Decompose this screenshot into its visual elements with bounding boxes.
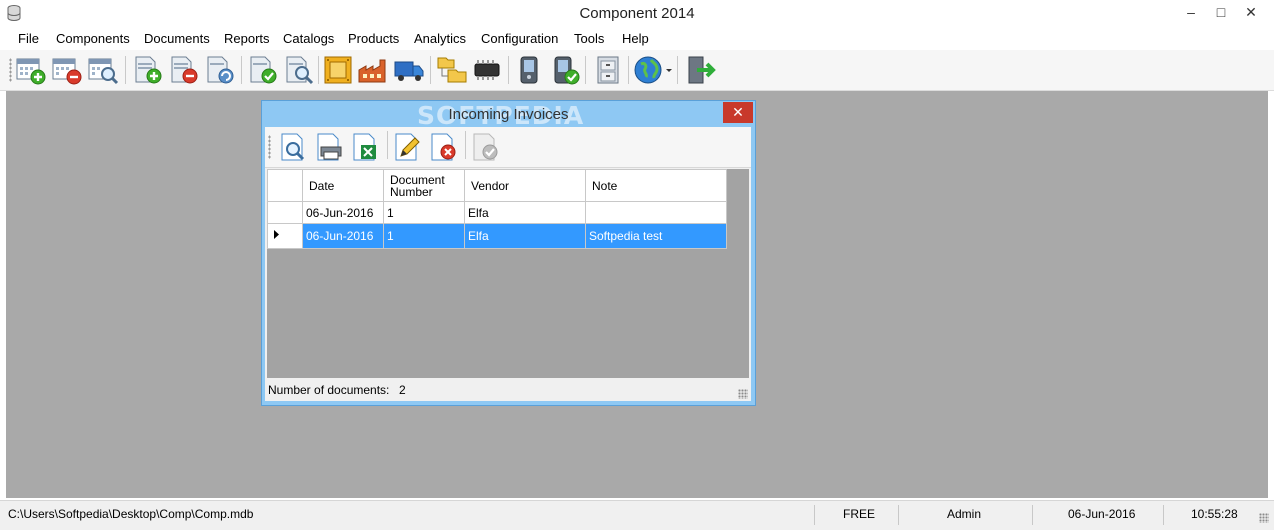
column-header-document-number[interactable]: Document Number xyxy=(383,169,465,202)
toolbar-separator xyxy=(318,56,319,84)
factory-icon[interactable] xyxy=(357,54,389,86)
delete-icon[interactable] xyxy=(429,132,459,162)
toolbar-separator xyxy=(465,131,466,159)
cell-document-number[interactable]: 1 xyxy=(383,201,465,224)
cabinet-icon[interactable] xyxy=(592,54,624,86)
edit-icon[interactable] xyxy=(393,132,423,162)
invoices-grid: Date Document Number Vendor Note 06-Jun-… xyxy=(267,169,749,378)
row-selector[interactable] xyxy=(267,223,303,249)
toolbar-grip[interactable] xyxy=(268,135,271,159)
print-icon[interactable] xyxy=(315,132,345,162)
cell-vendor[interactable]: Elfa xyxy=(464,223,586,249)
calendar-search-icon[interactable] xyxy=(87,54,119,86)
cell-document-number[interactable]: 1 xyxy=(383,223,465,249)
toolbar-separator xyxy=(125,56,126,84)
cell-vendor[interactable]: Elfa xyxy=(464,201,586,224)
minimize-button[interactable]: – xyxy=(1176,0,1206,26)
menu-products[interactable]: Products xyxy=(348,31,399,46)
chevron-down-icon[interactable] xyxy=(664,54,674,86)
preview-icon[interactable] xyxy=(279,132,309,162)
column-header-date[interactable]: Date xyxy=(302,169,384,202)
dialog-close-button[interactable]: ✕ xyxy=(723,102,753,123)
cell-note[interactable]: Softpedia test xyxy=(585,223,727,249)
folder-tree-icon[interactable] xyxy=(436,54,468,86)
calendar-add-icon[interactable] xyxy=(15,54,47,86)
status-time: 10:55:28 xyxy=(1191,507,1238,521)
menu-file[interactable]: File xyxy=(18,31,39,46)
toolbar-separator xyxy=(430,56,431,84)
menu-help[interactable]: Help xyxy=(622,31,649,46)
toolbar-separator xyxy=(241,56,242,84)
menu-configuration[interactable]: Configuration xyxy=(481,31,558,46)
main-toolbar xyxy=(0,50,1274,91)
menu-reports[interactable]: Reports xyxy=(224,31,270,46)
toolbar-separator xyxy=(585,56,586,84)
toolbar-separator xyxy=(508,56,509,84)
approve-icon[interactable] xyxy=(471,132,501,162)
maximize-button[interactable]: □ xyxy=(1206,0,1236,26)
current-row-indicator-icon xyxy=(274,230,279,239)
column-header-note[interactable]: Note xyxy=(585,169,727,202)
license-status: FREE xyxy=(843,507,876,521)
toolbar-grip[interactable] xyxy=(9,58,12,82)
status-divider xyxy=(814,505,815,525)
status-divider xyxy=(1163,505,1164,525)
document-approve-icon[interactable] xyxy=(247,54,279,86)
menu-tools[interactable]: Tools xyxy=(574,31,604,46)
dialog-statusbar: Number of documents: 2 xyxy=(265,379,751,401)
status-date: 06-Jun-2016 xyxy=(1068,507,1136,521)
invoices-table: Date Document Number Vendor Note 06-Jun-… xyxy=(267,169,727,249)
status-bar: C:\Users\Softpedia\Desktop\Comp\Comp.mdb… xyxy=(0,500,1274,530)
table-header-row: Date Document Number Vendor Note xyxy=(267,169,727,202)
row-header-corner xyxy=(267,169,303,202)
toolbar-separator xyxy=(677,56,678,84)
incoming-invoices-dialog: SOFTPEDIA Incoming Invoices ✕ Date Docum… xyxy=(261,100,756,406)
column-header-vendor[interactable]: Vendor xyxy=(464,169,586,202)
table-row[interactable]: 06-Jun-2016 1 Elfa Softpedia test xyxy=(267,223,727,249)
truck-icon[interactable] xyxy=(393,54,425,86)
calendar-remove-icon[interactable] xyxy=(51,54,83,86)
row-selector[interactable] xyxy=(267,201,303,224)
cell-note[interactable] xyxy=(585,201,727,224)
resize-grip-icon[interactable] xyxy=(1259,513,1269,523)
dialog-toolbar xyxy=(265,127,751,168)
dialog-body: Date Document Number Vendor Note 06-Jun-… xyxy=(265,127,751,401)
document-add-icon[interactable] xyxy=(132,54,164,86)
dialog-title: Incoming Invoices xyxy=(448,106,569,123)
table-row[interactable]: 06-Jun-2016 1 Elfa xyxy=(267,201,727,224)
document-refresh-icon[interactable] xyxy=(204,54,236,86)
component-board-icon[interactable] xyxy=(322,54,354,86)
toolbar-separator xyxy=(387,131,388,159)
current-user: Admin xyxy=(947,507,982,521)
excel-export-icon[interactable] xyxy=(351,132,381,162)
status-divider xyxy=(898,505,899,525)
document-search-icon[interactable] xyxy=(283,54,315,86)
document-remove-icon[interactable] xyxy=(168,54,200,86)
resize-grip-icon[interactable] xyxy=(738,389,748,399)
database-path: C:\Users\Softpedia\Desktop\Comp\Comp.mdb xyxy=(8,507,254,521)
menu-bar: File Components Documents Reports Catalo… xyxy=(0,28,1274,50)
chip-icon[interactable] xyxy=(471,54,503,86)
status-divider xyxy=(1032,505,1033,525)
toolbar-separator xyxy=(628,56,629,84)
menu-catalogs[interactable]: Catalogs xyxy=(283,31,334,46)
menu-documents[interactable]: Documents xyxy=(144,31,210,46)
handheld-device-icon[interactable] xyxy=(513,54,545,86)
cell-date[interactable]: 06-Jun-2016 xyxy=(302,201,384,224)
document-count-value: 2 xyxy=(399,383,406,397)
menu-components[interactable]: Components xyxy=(56,31,130,46)
handheld-check-icon[interactable] xyxy=(549,54,581,86)
menu-analytics[interactable]: Analytics xyxy=(414,31,466,46)
close-button[interactable]: ✕ xyxy=(1236,0,1266,26)
title-bar: Component 2014 – □ ✕ xyxy=(0,0,1274,28)
exit-door-icon[interactable] xyxy=(685,54,717,86)
cell-date[interactable]: 06-Jun-2016 xyxy=(302,223,384,249)
window-title: Component 2014 xyxy=(579,5,695,22)
globe-icon[interactable] xyxy=(633,54,665,86)
document-count-label: Number of documents: xyxy=(268,383,390,397)
